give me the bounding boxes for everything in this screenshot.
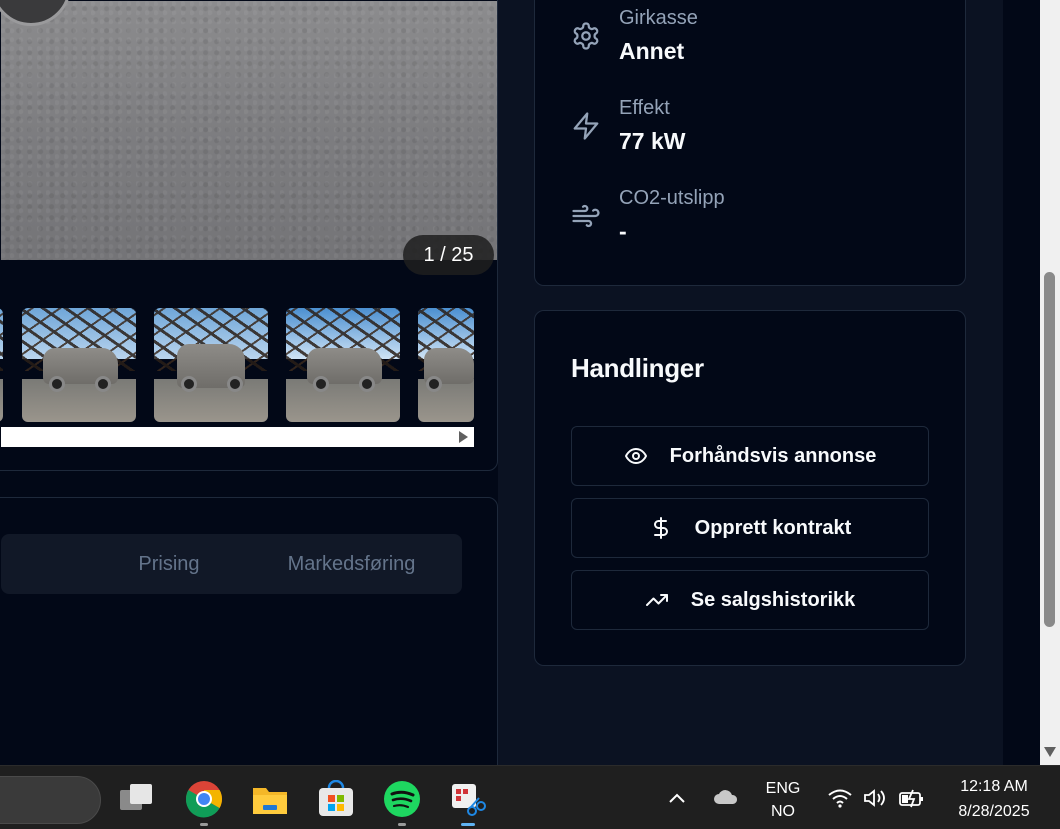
sales-history-label: Se salgshistorikk — [690, 588, 856, 611]
scroll-down-arrow-icon[interactable] — [1044, 747, 1056, 757]
bolt-icon — [573, 112, 599, 140]
spotify-icon[interactable] — [383, 780, 421, 818]
details-tabs-card: Prising Markedsføring — [0, 497, 498, 797]
snipping-tool-running-indicator — [461, 823, 475, 826]
clock-time[interactable]: 12:18 AM — [944, 778, 1044, 796]
photo-counter: 1 / 25 — [403, 235, 494, 275]
wind-icon — [572, 204, 600, 228]
onedrive-cloud-icon[interactable] — [713, 788, 739, 806]
preview-ad-label: Forhåndsvis annonse — [669, 444, 877, 467]
scroll-right-arrow-icon[interactable] — [459, 431, 468, 443]
chrome-icon[interactable] — [185, 780, 223, 818]
chevron-up-icon[interactable] — [667, 790, 687, 806]
create-contract-button[interactable]: Opprett kontrakt — [571, 498, 929, 558]
chrome-running-indicator — [200, 823, 208, 826]
spotify-running-indicator — [398, 823, 406, 826]
preview-ad-button[interactable]: Forhåndsvis annonse — [571, 426, 929, 486]
car-tire-image-detail — [0, 0, 71, 26]
spec-label: CO2-utslipp — [619, 187, 725, 209]
spec-value: 77 kW — [619, 128, 686, 154]
trending-up-icon — [645, 594, 668, 606]
snipping-tool-icon[interactable] — [449, 780, 487, 818]
actions-title: Handlinger — [571, 353, 704, 383]
thumbnail-2[interactable] — [154, 308, 268, 422]
thumbnail-scrollbar[interactable] — [1, 427, 474, 447]
sales-history-button[interactable]: Se salgshistorikk — [571, 570, 929, 630]
wifi-icon[interactable] — [827, 788, 853, 808]
language-indicator-bottom[interactable]: NO — [760, 803, 806, 821]
eye-icon — [624, 448, 647, 464]
main-car-photo[interactable]: 1 / 25 — [0, 0, 497, 275]
taskbar-search[interactable] — [0, 776, 101, 824]
language-indicator-top[interactable]: ENG — [760, 780, 806, 798]
create-contract-label: Opprett kontrakt — [694, 516, 852, 539]
tab-prising[interactable]: Prising — [89, 534, 249, 594]
gear-icon — [573, 22, 599, 50]
battery-charging-icon[interactable] — [898, 788, 926, 808]
photo-gallery-card: 1 / 25 — [0, 0, 498, 471]
page-scrollbar[interactable] — [1040, 0, 1060, 765]
thumbnail-0[interactable] — [0, 308, 3, 422]
tabs-bar: Prising Markedsføring — [1, 534, 462, 594]
file-explorer-icon[interactable] — [251, 780, 289, 818]
tab-markedsforing[interactable]: Markedsføring — [249, 534, 454, 594]
microsoft-store-icon[interactable] — [317, 780, 355, 818]
actions-card: Handlinger Forhåndsvis annonse Opprett k… — [534, 310, 966, 666]
thumbnail-3[interactable] — [286, 308, 400, 422]
dollar-icon — [653, 517, 668, 539]
clock-date[interactable]: 8/28/2025 — [944, 803, 1044, 821]
spec-label: Girkasse — [619, 7, 698, 29]
thumbnail-1[interactable] — [22, 308, 136, 422]
thumbnail-4[interactable] — [418, 308, 474, 422]
spec-label: Effekt — [619, 97, 670, 119]
spec-value: Annet — [619, 38, 685, 64]
vehicle-specs-card: Girkasse Annet Effekt 77 kW CO2-utslipp … — [534, 0, 966, 286]
taskbar: ENG NO 12:18 AM 8/28/2025 — [0, 765, 1060, 829]
volume-icon[interactable] — [862, 788, 888, 808]
spec-value: - — [619, 218, 627, 244]
task-view-icon[interactable] — [118, 780, 156, 818]
page-scrollbar-thumb[interactable] — [1044, 272, 1055, 627]
